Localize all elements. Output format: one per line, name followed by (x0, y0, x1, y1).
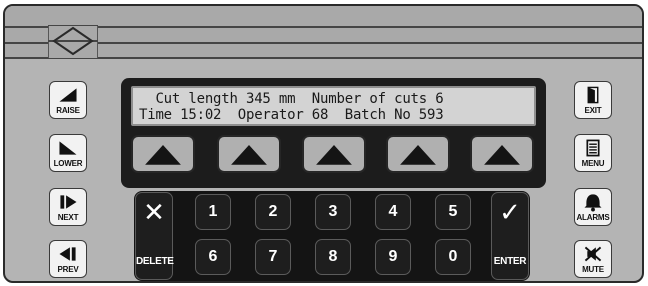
lower-button[interactable]: LOWER (49, 134, 87, 172)
diamond-logo-icon (48, 25, 98, 58)
key-9[interactable]: 9 (375, 239, 411, 275)
enter-button[interactable]: ✓ ENTER (491, 192, 529, 280)
softkey-5[interactable] (470, 135, 534, 173)
key-5[interactable]: 5 (435, 194, 471, 230)
bezel-divider (5, 26, 642, 28)
key-1[interactable]: 1 (195, 194, 231, 230)
bell-icon (584, 194, 602, 212)
bezel-divider (5, 57, 642, 59)
keypad: ✕ DELETE 1 2 3 4 5 6 7 8 9 0 ✓ ENTER (134, 191, 530, 281)
prev-icon (59, 247, 76, 261)
prev-button[interactable]: PREV (49, 240, 87, 278)
menu-label: MENU (581, 159, 605, 168)
alarms-label: ALARMS (576, 213, 610, 222)
lcd-screen: Cut length 345 mm Number of cuts 6 Time … (131, 86, 536, 126)
raise-button[interactable]: RAISE (49, 81, 87, 119)
raise-ramp-icon (59, 88, 77, 102)
prev-label: PREV (57, 265, 79, 274)
softkey-1[interactable] (131, 135, 195, 173)
key-8[interactable]: 8 (315, 239, 351, 275)
softkey-3[interactable] (302, 135, 366, 173)
key-4[interactable]: 4 (375, 194, 411, 230)
enter-label: ENTER (493, 256, 527, 267)
softkey-2[interactable] (217, 135, 281, 173)
top-bezel (5, 6, 642, 58)
bezel-divider (5, 42, 642, 44)
menu-list-icon (586, 139, 600, 157)
lower-ramp-icon (59, 141, 77, 155)
menu-button[interactable]: MENU (574, 134, 612, 172)
mute-speaker-icon (584, 246, 602, 262)
exit-label: EXIT (584, 106, 602, 115)
lcd-line-2: Time 15:02 Operator 68 Batch No 593 (139, 107, 444, 123)
key-7[interactable]: 7 (255, 239, 291, 275)
next-label: NEXT (57, 213, 79, 222)
next-icon (60, 195, 77, 209)
key-0[interactable]: 0 (435, 239, 471, 275)
softkey-4[interactable] (386, 135, 450, 173)
hmi-panel: RAISE LOWER NEXT PREV Cut length 345 mm … (3, 4, 644, 283)
lower-label: LOWER (53, 159, 83, 168)
key-6[interactable]: 6 (195, 239, 231, 275)
up-triangle-icon (145, 145, 181, 165)
raise-label: RAISE (56, 106, 80, 115)
mute-label: MUTE (582, 265, 604, 274)
delete-button[interactable]: ✕ DELETE (135, 192, 174, 280)
next-button[interactable]: NEXT (49, 188, 87, 226)
close-icon: ✕ (143, 198, 165, 228)
alarms-button[interactable]: ALARMS (574, 188, 612, 226)
up-triangle-icon (231, 145, 267, 165)
exit-door-icon (587, 86, 599, 104)
key-3[interactable]: 3 (315, 194, 351, 230)
key-2[interactable]: 2 (255, 194, 291, 230)
mute-button[interactable]: MUTE (574, 240, 612, 278)
up-triangle-icon (316, 145, 352, 165)
checkmark-icon: ✓ (499, 198, 521, 228)
exit-button[interactable]: EXIT (574, 81, 612, 119)
display-housing: Cut length 345 mm Number of cuts 6 Time … (121, 78, 546, 188)
up-triangle-icon (484, 145, 520, 165)
up-triangle-icon (400, 145, 436, 165)
delete-label: DELETE (136, 256, 174, 267)
lcd-line-1: Cut length 345 mm Number of cuts 6 (139, 91, 444, 107)
